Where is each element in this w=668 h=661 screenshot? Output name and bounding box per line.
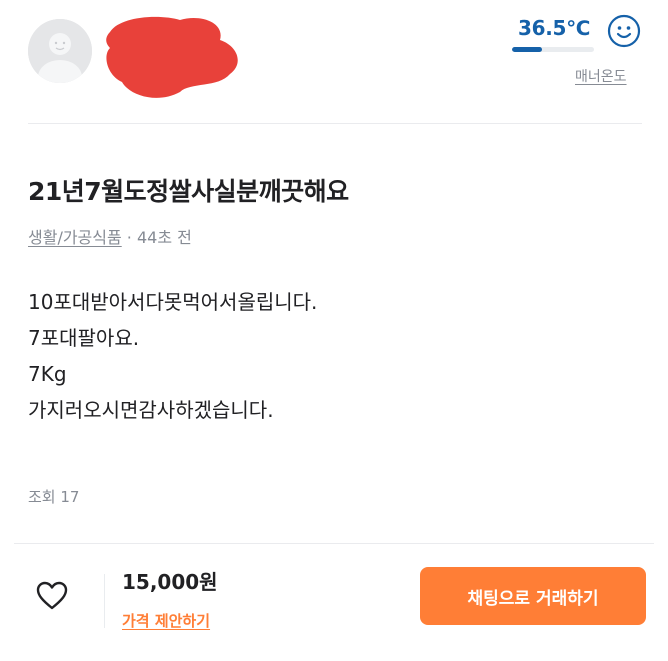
post-meta: 생활/가공식품 · 44초 전 xyxy=(28,224,192,248)
manner-temperature-label[interactable]: 매너온도 xyxy=(575,66,627,86)
price: 15,000원 xyxy=(122,570,218,594)
post-body-line: 10포대받아서다못먹어서올립니다. xyxy=(28,290,318,314)
smiley-face-icon xyxy=(607,14,641,48)
heart-outline-icon[interactable] xyxy=(36,581,68,611)
post-body-line: 7Kg xyxy=(28,362,67,386)
view-count: 조회 17 xyxy=(28,488,80,506)
price-offer-link[interactable]: 가격 제안하기 xyxy=(122,610,210,631)
chat-trade-button[interactable]: 채팅으로 거래하기 xyxy=(420,567,646,625)
bottom-bar-separator xyxy=(104,574,105,628)
post-body-line: 7포대팔아요. xyxy=(28,326,140,350)
manner-temperature-fill xyxy=(512,47,542,52)
meta-separator: · xyxy=(121,228,137,247)
category-link[interactable]: 생활/가공식품 xyxy=(28,228,122,247)
posted-time: 44초 전 xyxy=(136,228,192,247)
post-title: 21년7월도정쌀사실분깨끗해요 xyxy=(28,177,349,206)
profile-divider xyxy=(28,123,642,124)
post-body-line: 가지러오시면감사하겠습니다. xyxy=(28,398,274,422)
default-profile-icon xyxy=(28,19,92,83)
post-body: 10포대받아서다못먹어서올립니다. 7포대팔아요. 7Kg 가지러오시면감사하겠… xyxy=(28,284,317,428)
bottom-bar-divider xyxy=(14,543,654,544)
avatar[interactable] xyxy=(28,19,92,83)
redacted-seller-name xyxy=(106,16,238,98)
manner-temperature-value: 36.5℃ xyxy=(518,16,591,40)
manner-temperature-bar xyxy=(512,47,594,52)
